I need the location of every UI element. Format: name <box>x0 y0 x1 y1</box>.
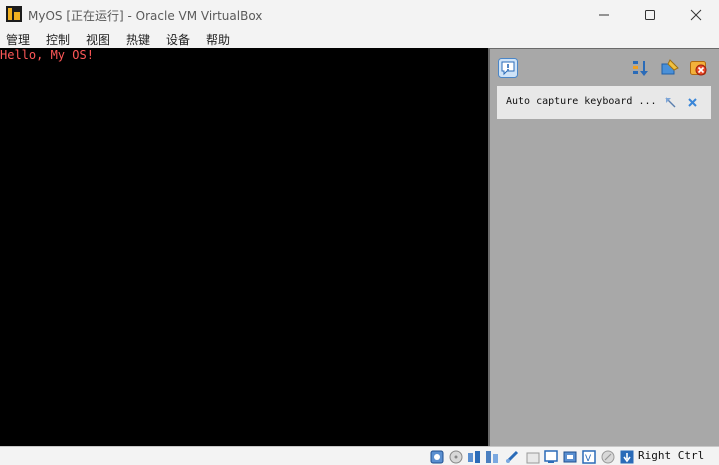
menu-manage[interactable]: 管理 <box>6 31 30 48</box>
minimize-icon <box>599 14 609 16</box>
menu-hotkeys[interactable]: 热键 <box>126 31 150 48</box>
virtualbox-app-icon <box>6 6 22 22</box>
dismiss-icon[interactable] <box>686 96 699 109</box>
menu-devices[interactable]: 设备 <box>166 31 190 48</box>
mouse-integration-icon[interactable] <box>601 450 615 464</box>
shared-folders-icon[interactable] <box>526 450 540 464</box>
title-bar[interactable]: MyOS [正在运行] - Oracle VM VirtualBox <box>0 0 719 30</box>
notification-item[interactable]: Auto capture keyboard ... <box>497 86 711 119</box>
menu-view[interactable]: 视图 <box>86 31 110 48</box>
video-capture-icon[interactable] <box>563 450 577 464</box>
menu-help[interactable]: 帮助 <box>206 31 230 48</box>
help-icon[interactable] <box>664 96 677 109</box>
notification-center-panel: Auto capture keyboard ... <box>488 48 719 446</box>
audio-icon[interactable] <box>467 450 481 464</box>
maximize-icon <box>645 10 655 20</box>
usb-icon[interactable] <box>505 450 519 464</box>
message-center-icon[interactable] <box>498 58 518 78</box>
sort-icon[interactable] <box>631 58 651 78</box>
menu-bar: 管理 控制 视图 热键 设备 帮助 <box>0 30 719 48</box>
vm-display[interactable]: Hello, My OS! <box>0 48 488 446</box>
network-icon[interactable] <box>485 450 499 464</box>
notification-text: Auto capture keyboard ... <box>506 96 657 107</box>
status-bar: V Right Ctrl <box>0 446 719 465</box>
menu-control[interactable]: 控制 <box>46 31 70 48</box>
close-all-icon[interactable] <box>689 58 709 78</box>
hard-disk-icon[interactable] <box>430 450 444 464</box>
svg-text:V: V <box>585 454 592 464</box>
window-title: MyOS [正在运行] - Oracle VM VirtualBox <box>28 9 263 23</box>
host-key-label: Right Ctrl <box>638 449 705 462</box>
minimize-button[interactable] <box>581 0 627 30</box>
maximize-button[interactable] <box>627 0 673 30</box>
optical-drive-icon[interactable] <box>449 450 463 464</box>
cpu-icon[interactable]: V <box>582 450 596 464</box>
display-icon[interactable] <box>544 450 558 464</box>
console-output: Hello, My OS! <box>0 48 94 62</box>
close-icon <box>690 9 702 21</box>
close-button[interactable] <box>673 0 719 30</box>
keyboard-icon[interactable] <box>620 450 634 464</box>
toggle-ignore-icon[interactable] <box>660 58 680 78</box>
